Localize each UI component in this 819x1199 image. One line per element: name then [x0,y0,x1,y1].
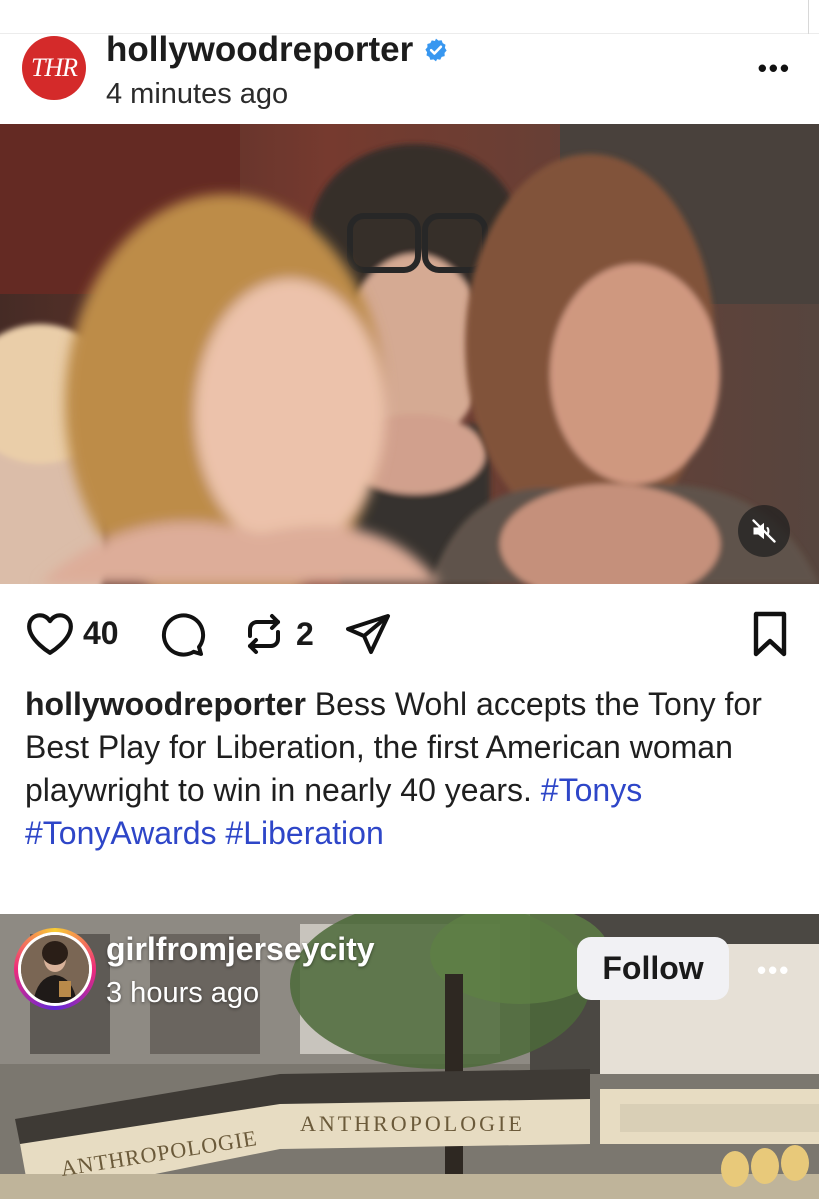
hashtag-link[interactable]: #Tonys [541,772,642,808]
post-timestamp: 3 hours ago [106,977,260,1009]
username-text[interactable]: hollywoodreporter [106,30,413,70]
hashtag-link[interactable]: #Liberation [225,815,383,851]
like-action[interactable]: 40 [25,610,119,656]
comment-action[interactable] [158,610,206,658]
video-frame [0,124,819,584]
repost-action[interactable]: 2 [240,610,314,658]
post-video[interactable] [0,124,819,584]
logo-text: THR [30,53,78,82]
send-icon[interactable] [344,610,392,658]
hashtag-link[interactable]: #TonyAwards [25,815,217,851]
post-caption: hollywoodreporter Bess Wohl accepts the … [25,683,805,855]
caption-username[interactable]: hollywoodreporter [25,686,306,722]
avatar[interactable]: THR [22,36,86,100]
bookmark-icon[interactable] [748,610,792,658]
verified-badge-icon [425,38,447,62]
post-timestamp: 4 minutes ago [106,78,289,110]
follow-button[interactable]: Follow [577,937,729,1000]
repost-icon[interactable] [240,610,288,658]
post-actions: 40 2 [0,600,819,666]
avatar[interactable] [14,928,96,1010]
store-sign-center: ANTHROPOLOGIE [300,1111,525,1136]
speaker-muted-icon[interactable] [738,505,790,557]
more-options-button[interactable]: ••• [758,55,791,81]
profile-photo [21,935,89,1003]
heart-icon[interactable] [25,610,75,656]
top-edge [0,0,819,34]
like-count: 40 [83,614,119,651]
comment-icon[interactable] [158,610,206,658]
share-action[interactable] [344,610,392,658]
post-username[interactable]: girlfromjerseycity [106,931,375,968]
repost-count: 2 [296,615,314,652]
more-options-button[interactable]: ••• [757,957,790,983]
save-action[interactable] [748,610,792,658]
post-username[interactable]: hollywoodreporter [106,30,449,70]
